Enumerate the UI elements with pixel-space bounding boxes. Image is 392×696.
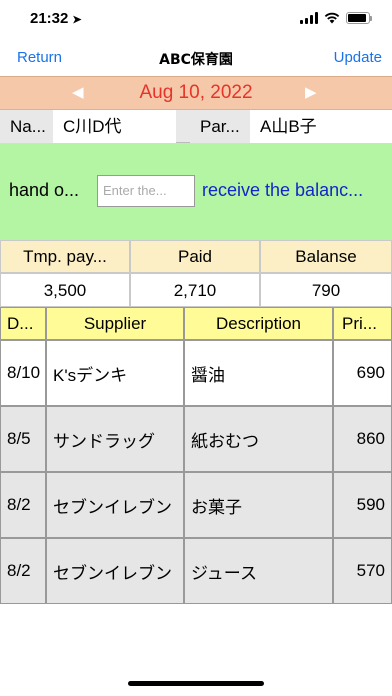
navigation-bar: Return ABC保育園 Update [0,44,392,76]
row-supplier: K'sデンキ [46,340,184,406]
hand-over-label: hand o... [9,180,80,200]
row-date: 8/5 [0,406,46,472]
column-header-description[interactable]: Description [184,307,333,340]
summary-values: 3,500 2,710 790 [0,273,392,307]
update-button[interactable]: Update [334,49,382,66]
column-header-price[interactable]: Pri... [333,307,392,340]
parent-label: Par... [190,110,250,143]
column-header-supplier[interactable]: Supplier [46,307,184,340]
hand-over-row: hand o... Enter the... receive the balan… [0,143,392,240]
name-label: Na... [0,110,53,143]
table-header: D... Supplier Description Pri... [0,307,392,340]
status-time-text: 21:32 [30,10,69,27]
purchases-table: D... Supplier Description Pri... 8/10 K'… [0,307,392,604]
row-description: 醤油 [184,340,333,406]
row-supplier: サンドラッグ [46,406,184,472]
row-date: 8/2 [0,538,46,604]
status-bar: 21:32 ➤ [0,0,392,44]
summary-paid-value: 2,710 [130,273,260,307]
table-row[interactable]: 8/2 セブンイレブン お菓子 590 [0,472,392,538]
summary-header-tmp-payment: Tmp. pay... [0,240,130,273]
date-selector: ◀ Aug 10, 2022 ▶ [0,76,392,109]
hand-over-amount-input[interactable]: Enter the... [97,175,195,207]
row-description: お菓子 [184,472,333,538]
wifi-icon [324,12,340,24]
next-date-icon[interactable]: ▶ [305,83,317,101]
row-description: 紙おむつ [184,406,333,472]
row-supplier: セブンイレブン [46,472,184,538]
table-row[interactable]: 8/5 サンドラッグ 紙おむつ 860 [0,406,392,472]
row-price: 860 [333,406,392,472]
row-price: 690 [333,340,392,406]
summary-header-balance: Balanse [260,240,392,273]
row-date: 8/10 [0,340,46,406]
row-description: ジュース [184,538,333,604]
status-time: 21:32 ➤ [30,10,82,27]
receive-balance-link[interactable]: receive the balanc... [202,180,363,201]
status-icons [300,12,372,24]
cellular-signal-icon [300,12,318,24]
summary-balance-value: 790 [260,273,392,307]
table-row[interactable]: 8/10 K'sデンキ 醤油 690 [0,340,392,406]
home-indicator[interactable] [128,681,264,686]
location-arrow-icon: ➤ [72,14,82,26]
table-row[interactable]: 8/2 セブンイレブン ジュース 570 [0,538,392,604]
summary-tmp-payment-value: 3,500 [0,273,130,307]
date-display[interactable]: Aug 10, 2022 [0,82,392,104]
row-supplier: セブンイレブン [46,538,184,604]
parent-value[interactable]: A山B子 [250,110,392,143]
summary-header-paid: Paid [130,240,260,273]
name-value[interactable]: C川D代 [53,110,176,143]
row-price: 590 [333,472,392,538]
row-date: 8/2 [0,472,46,538]
column-header-date[interactable]: D... [0,307,46,340]
person-row: Na... C川D代 Par... A山B子 [0,109,392,143]
row-price: 570 [333,538,392,604]
summary-header: Tmp. pay... Paid Balanse [0,240,392,273]
battery-icon [346,12,372,24]
